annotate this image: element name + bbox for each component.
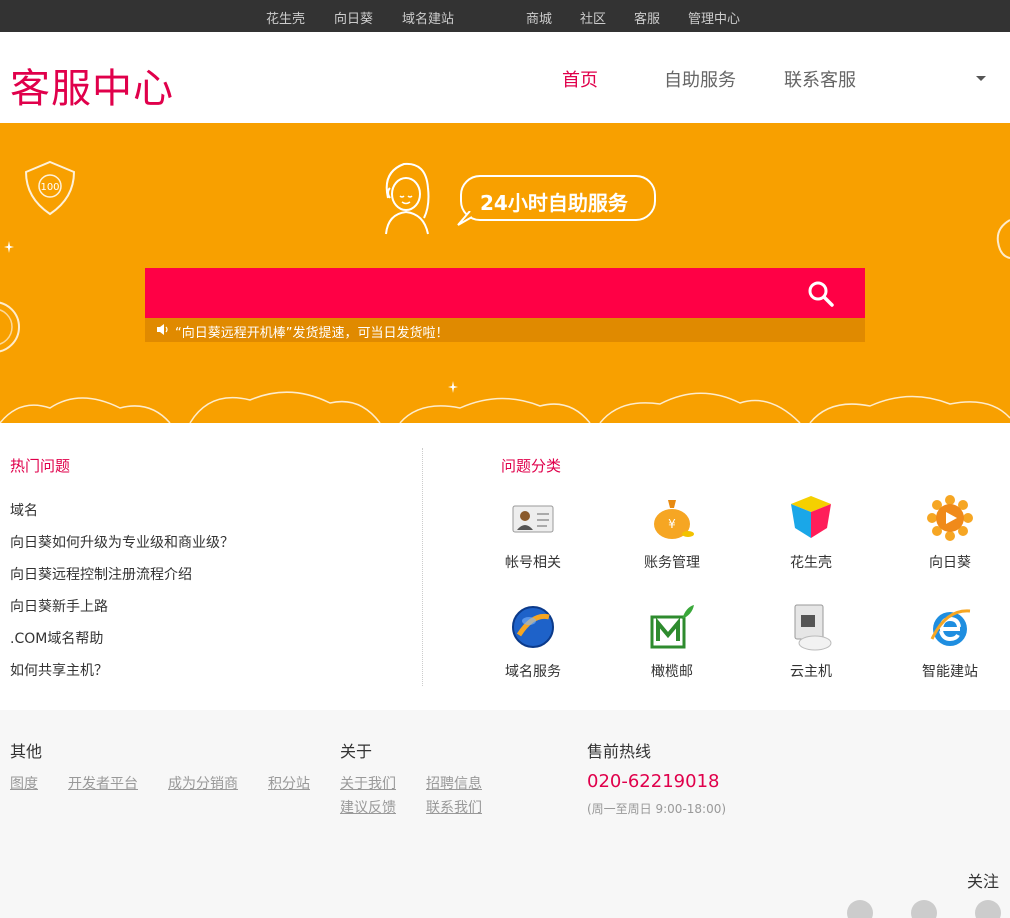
clock-deco-icon [0,301,20,353]
social-icon[interactable] [847,900,873,918]
footer-link[interactable]: 招聘信息 [426,773,482,793]
footer-link[interactable]: 成为分销商 [168,773,238,793]
category-billing[interactable]: ¥ 账务管理 [622,494,722,594]
top-bar: 花生壳 向日葵 域名建站 商城 社区 客服 管理中心 [0,0,1010,32]
bubble-text: 24小时自助服务 [480,191,628,215]
sparkle-icon [4,241,14,253]
category-label: 域名服务 [505,664,561,680]
site-logo[interactable]: 客服中心 [10,56,174,114]
self-service-bubble: 24小时自助服务 [460,175,656,221]
service-hours: (周一至周日 9:00-18:00) [587,802,727,816]
footer-link[interactable]: 联系我们 [426,797,482,817]
hero-banner: 100 24小时自助服务 “向日葵远程开机棒”发货提速，可当日发货啦！ [0,123,1010,423]
category-cloud-host[interactable]: 云主机 [761,603,861,703]
svg-text:100: 100 [40,182,59,193]
footer-other-title: 其他 [10,742,43,761]
shield-badge-icon: 100 [24,160,76,216]
sales-hotline: 020-62219018 [587,771,720,792]
hot-question-item[interactable]: 向日葵如何升级为专业级和商业级？ [10,532,234,564]
footer-link[interactable]: 关于我们 [340,773,396,793]
hot-question-item[interactable]: .COM域名帮助 [10,628,234,660]
site-footer: 其他 图度 开发者平台 成为分销商 积分站 关于 关于我们 招聘信息 建议反馈 … [0,710,1010,918]
cloud-server-icon [794,604,832,651]
categories-title: 问题分类 [501,457,562,475]
hot-question-item[interactable]: 域名 [10,500,234,532]
ie-e-icon [930,609,971,646]
footer-about-title: 关于 [340,742,373,761]
notice-bar: “向日葵远程开机棒”发货提速，可当日发货啦！ [145,318,865,342]
bubble-tail [457,211,473,226]
account-card-icon [512,505,554,533]
section-divider [422,448,423,686]
weibo-icon[interactable] [975,900,1001,918]
category-label: 帐号相关 [505,555,561,571]
topbar-link-service[interactable]: 客服 [634,8,660,27]
hot-questions-list: 域名 向日葵如何升级为专业级和商业级？ 向日葵远程控制注册流程介绍 向日葵新手上… [10,500,234,692]
bulb-deco-icon [996,219,1010,259]
site-header: 客服中心 首页 自助服务 联系客服 [0,32,1010,123]
money-bag-icon: ¥ [654,500,694,539]
footer-follow-title: 关注 [967,872,1000,891]
topbar-link-mall[interactable]: 商城 [526,8,552,27]
topbar-link-huashengke[interactable]: 花生壳 [266,8,305,27]
mail-m-icon [650,605,694,649]
search-input[interactable] [145,268,865,318]
category-label: 智能建站 [922,664,978,680]
cloud-border [0,391,1010,423]
category-xiangrikui[interactable]: 向日葵 [900,494,1000,594]
category-mail[interactable]: 橄榄邮 [622,603,722,703]
footer-sales-title: 售前热线 [587,742,652,761]
category-smart-site[interactable]: 智能建站 [900,603,1000,703]
topbar-link-community[interactable]: 社区 [580,8,606,27]
topbar-link-domain[interactable]: 域名建站 [402,8,454,27]
nav-self-service[interactable]: 自助服务 [664,66,736,92]
category-huashengke[interactable]: 花生壳 [761,494,861,594]
category-account[interactable]: 帐号相关 [483,494,583,594]
footer-link[interactable]: 图度 [10,773,38,793]
service-agent-icon [385,162,430,235]
nav-home[interactable]: 首页 [562,66,598,92]
topbar-link-console[interactable]: 管理中心 [688,8,740,27]
footer-link[interactable]: 建议反馈 [340,797,396,817]
category-label: 花生壳 [790,555,832,571]
footer-link[interactable]: 积分站 [268,773,310,793]
globe-icon [512,606,554,648]
category-label: 云主机 [790,664,832,680]
category-label: 账务管理 [644,555,700,571]
category-domain[interactable]: 域名服务 [483,603,583,703]
hot-question-item[interactable]: 向日葵新手上路 [10,596,234,628]
speaker-icon [157,324,168,335]
category-label: 向日葵 [929,555,971,571]
cube-icon [791,496,831,538]
hot-question-item[interactable]: 如何共享主机？ [10,660,234,692]
hot-questions-title: 热门问题 [10,457,71,475]
search-icon[interactable] [807,280,835,308]
wechat-icon[interactable] [911,900,937,918]
footer-link[interactable]: 开发者平台 [68,773,138,793]
nav-contact[interactable]: 联系客服 [784,66,856,92]
svg-text:¥: ¥ [668,517,676,531]
notice-text[interactable]: “向日葵远程开机棒”发货提速，可当日发货啦！ [175,322,448,341]
sunflower-icon [927,495,973,541]
chevron-down-icon[interactable] [976,76,986,81]
topbar-link-xiangrikui[interactable]: 向日葵 [334,8,373,27]
category-label: 橄榄邮 [651,664,693,680]
hot-question-item[interactable]: 向日葵远程控制注册流程介绍 [10,564,234,596]
